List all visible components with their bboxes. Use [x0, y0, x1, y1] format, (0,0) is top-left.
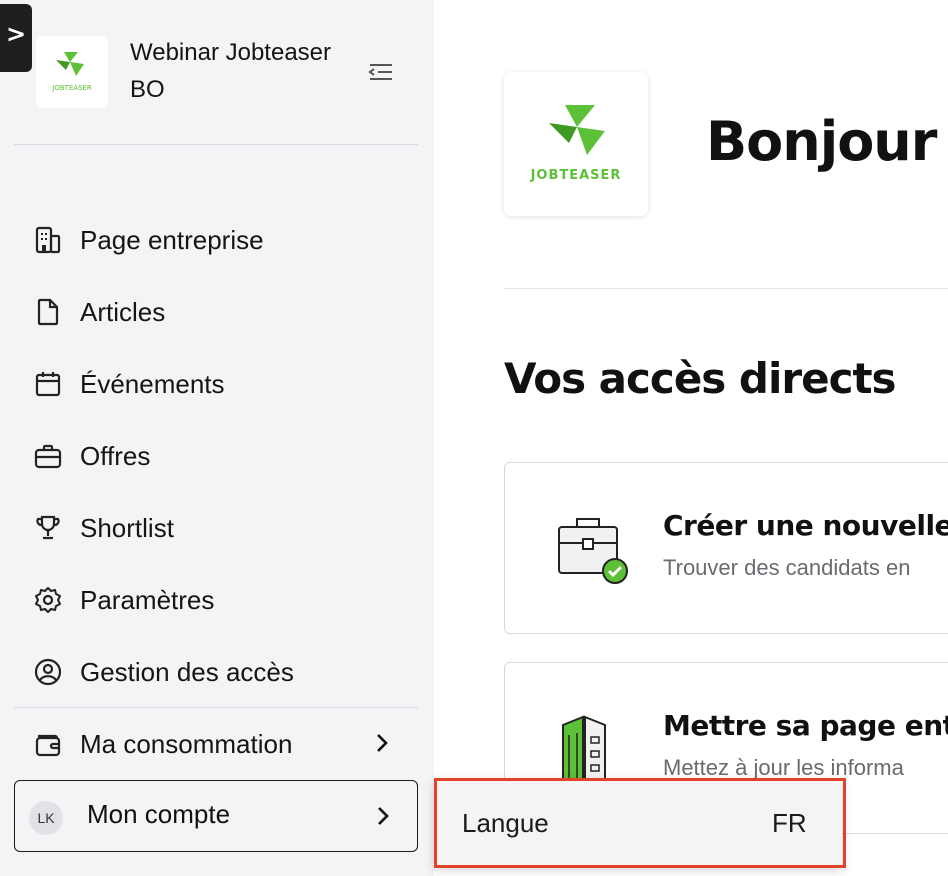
calendar-icon: [32, 368, 64, 400]
avatar: LK: [29, 801, 63, 835]
card-description: Trouver des candidats en: [663, 555, 911, 580]
sidebar-item-label: Shortlist: [80, 512, 174, 543]
document-icon: [32, 296, 64, 328]
sidebar-item-offres[interactable]: Offres: [32, 436, 150, 476]
briefcase-icon: [32, 440, 64, 472]
sidebar-item-evenements[interactable]: Événements: [32, 364, 225, 404]
sidebar-divider: [14, 707, 418, 708]
collapse-sidebar-icon[interactable]: [368, 62, 394, 82]
dev-toggle-tab[interactable]: >: [0, 4, 32, 72]
sidebar-item-label: Événements: [80, 368, 225, 399]
briefcase-check-icon: [558, 518, 628, 584]
wallet-icon: [32, 728, 64, 760]
account-menu-button[interactable]: LK Mon compte: [14, 780, 418, 852]
sidebar-item-gestion-acces[interactable]: Gestion des accès: [32, 652, 294, 692]
sidebar-item-label: Articles: [80, 296, 166, 327]
sidebar-item-ma-consommation[interactable]: Ma consommation: [32, 724, 412, 764]
quick-access-card-offer[interactable]: Créer une nouvelle Trouver des candidats…: [504, 462, 948, 634]
card-title: Créer une nouvelle: [663, 509, 948, 542]
sidebar-item-label: Gestion des accès: [80, 656, 294, 687]
logo-wordmark: JOBTEASER: [51, 84, 92, 92]
sidebar-item-label: Offres: [80, 440, 151, 471]
sidebar-item-articles[interactable]: Articles: [32, 292, 165, 332]
chevron-right-icon: [373, 803, 393, 833]
company-logo: JOBTEASER: [504, 72, 648, 216]
account-label: Mon compte: [87, 799, 231, 829]
greeting-heading: Bonjour: [706, 110, 937, 173]
sidebar-item-label: Page entreprise: [80, 224, 264, 255]
jobteaser-logo-icon: JOBTEASER: [51, 52, 92, 92]
org-header: JOBTEASER Webinar Jobteaser BO: [36, 36, 436, 108]
account-popup-menu: Langue FR: [434, 780, 842, 868]
logo-wordmark: JOBTEASER: [530, 168, 622, 183]
org-logo: JOBTEASER: [36, 36, 108, 108]
language-value: FR: [772, 808, 807, 838]
sidebar: > JOBTEASER Webinar Jobteaser BO Page en…: [0, 0, 434, 876]
card-description: Mettez à jour les informa: [663, 755, 904, 780]
sidebar-item-label: Ma consommation: [80, 728, 293, 759]
language-menu-item[interactable]: Langue FR: [434, 780, 842, 868]
sidebar-item-page-entreprise[interactable]: Page entreprise: [32, 220, 264, 260]
sidebar-divider: [14, 144, 418, 145]
section-title: Vos accès directs: [504, 354, 897, 403]
jobteaser-logo-icon: JOBTEASER: [530, 105, 622, 183]
buildings-icon: [562, 715, 606, 791]
main-divider: [504, 288, 948, 289]
user-circle-icon: [32, 656, 64, 688]
gear-icon: [32, 584, 64, 616]
sidebar-item-parametres[interactable]: Paramètres: [32, 580, 214, 620]
building-icon: [32, 224, 64, 256]
chevron-right-icon: [372, 730, 392, 763]
language-label: Langue: [462, 808, 549, 838]
card-title: Mettre sa page ent: [663, 709, 948, 742]
trophy-icon: [32, 512, 64, 544]
main-content: JOBTEASER Bonjour Vos accès directs Crée…: [434, 0, 948, 876]
org-name: Webinar Jobteaser BO: [130, 39, 331, 103]
sidebar-item-shortlist[interactable]: Shortlist: [32, 508, 174, 548]
sidebar-item-label: Paramètres: [80, 584, 215, 615]
